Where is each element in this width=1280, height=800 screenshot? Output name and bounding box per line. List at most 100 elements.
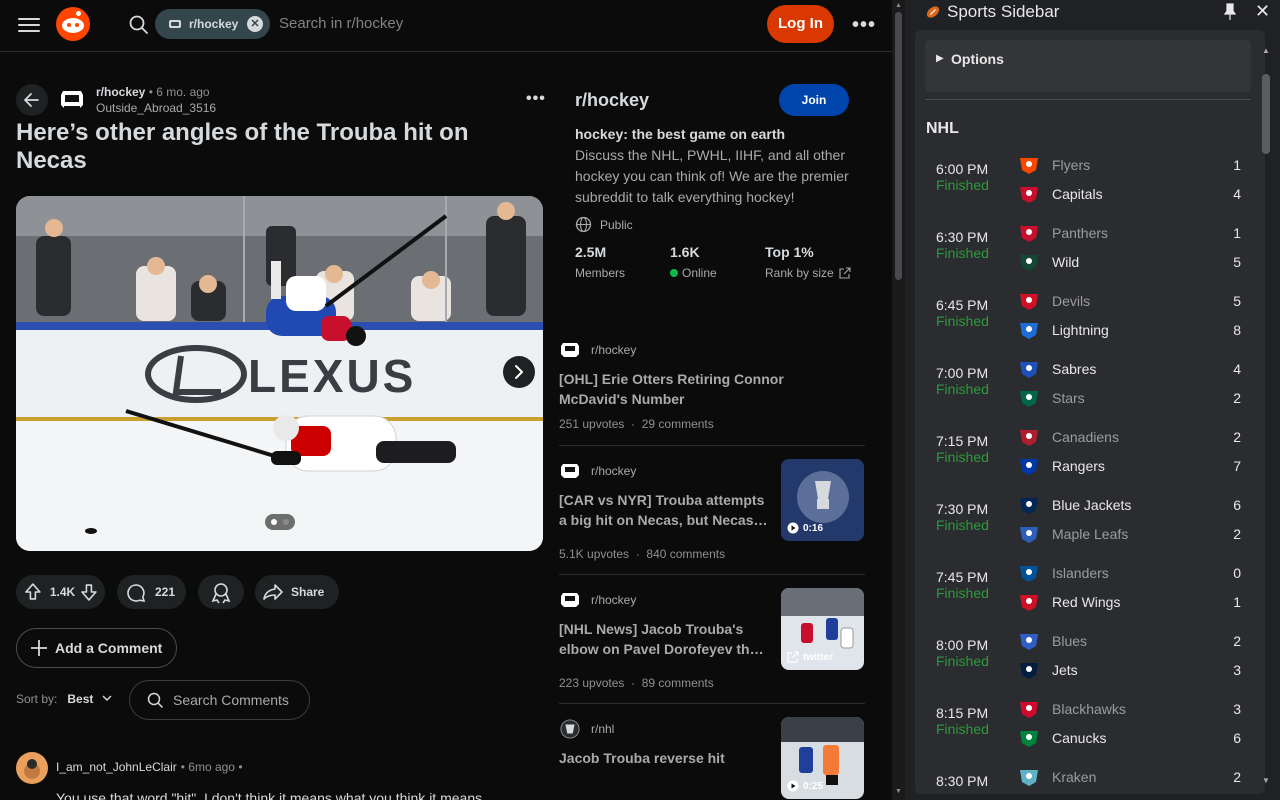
- post-media-carousel[interactable]: LEXUS: [16, 196, 543, 551]
- game-status: Finished: [936, 177, 989, 193]
- globe-icon: [575, 216, 592, 233]
- game-status: Finished: [936, 517, 989, 533]
- post-overflow-menu[interactable]: •••: [526, 90, 546, 108]
- game-row[interactable]: 7:00 PM Finished Sabres 4 Stars 2: [925, 357, 1245, 419]
- scores-panel: ▶ Options NHL 6:00 PM Finished Flyers 1 Capi…: [915, 30, 1265, 794]
- external-link-icon: [839, 267, 851, 279]
- community-name[interactable]: r/hockey: [575, 90, 649, 111]
- search-input[interactable]: Search in r/hockey: [279, 15, 403, 32]
- search-icon[interactable]: [128, 14, 150, 36]
- sort-control[interactable]: Sort by: Best: [16, 692, 114, 706]
- related-post-stats: 5.1K upvotes · 840 comments: [559, 547, 726, 561]
- play-icon: [787, 780, 799, 792]
- game-row[interactable]: 6:45 PM Finished Devils 5 Lightning 8: [925, 289, 1245, 351]
- team-score: 6: [1233, 730, 1241, 746]
- post-subreddit-link[interactable]: r/hockey: [96, 85, 145, 99]
- team-score: 8: [1233, 322, 1241, 338]
- close-sidebar-icon[interactable]: ✕: [1255, 1, 1270, 22]
- team-score: 4: [1233, 186, 1241, 202]
- related-post-stats: 223 upvotes · 89 comments: [559, 676, 714, 690]
- game-row[interactable]: 7:45 PM Finished Islanders 0 Red Wings 1: [925, 561, 1245, 623]
- hockey-hit-photo: LEXUS: [16, 196, 543, 551]
- comment-author-link[interactable]: I_am_not_JohnLeClair: [56, 760, 177, 774]
- external-link-icon: [787, 651, 799, 663]
- downvote-icon[interactable]: [75, 575, 105, 609]
- link-source-badge: twitter: [787, 651, 833, 663]
- related-post-title[interactable]: [CAR vs NYR] Trouba attempts a big hit o…: [559, 490, 771, 530]
- post-author-link[interactable]: Outside_Abroad_3516: [96, 100, 216, 116]
- related-post-subreddit[interactable]: r/hockey: [559, 461, 636, 481]
- related-post-title[interactable]: Jacob Trouba reverse hit: [559, 748, 771, 768]
- team-logo-icon: [1020, 566, 1038, 582]
- share-button[interactable]: Share: [255, 575, 339, 609]
- team-name: Canucks: [1052, 730, 1107, 746]
- game-row[interactable]: 6:30 PM Finished Panthers 1 Wild 5: [925, 221, 1245, 283]
- subreddit-avatar[interactable]: [58, 87, 86, 113]
- main-scrollbar[interactable]: ▲ ▼: [892, 0, 905, 800]
- vote-pill: 1.4K: [16, 575, 105, 609]
- related-post[interactable]: r/hockey [OHL] Erie Otters Retiring Conn…: [559, 340, 865, 446]
- related-post-subreddit[interactable]: r/hockey: [559, 340, 636, 360]
- more-options-icon[interactable]: •••: [852, 14, 876, 37]
- comments-button[interactable]: 221: [117, 575, 186, 609]
- team-score: 2: [1233, 633, 1241, 649]
- related-post-subreddit[interactable]: r/nhl: [559, 719, 614, 739]
- chevron-right-icon: [515, 365, 523, 379]
- team-logo-icon: [1020, 731, 1038, 747]
- team-name: Stars: [1052, 390, 1085, 406]
- reddit-logo[interactable]: [56, 7, 90, 41]
- game-row[interactable]: 8:00 PM Finished Blues 2 Jets 3: [925, 629, 1245, 691]
- team-row: Rangers 7: [1017, 454, 1251, 478]
- related-post-thumbnail[interactable]: twitter: [781, 588, 864, 670]
- team-logo-icon: [1020, 187, 1038, 203]
- related-post[interactable]: r/hockey [CAR vs NYR] Trouba attempts a …: [559, 459, 865, 575]
- carousel-next-button[interactable]: [503, 356, 535, 388]
- upvote-icon[interactable]: [16, 575, 50, 609]
- related-post[interactable]: r/hockey [NHL News] Jacob Trouba's elbow…: [559, 588, 865, 704]
- related-post-subreddit[interactable]: r/hockey: [559, 590, 636, 610]
- game-row[interactable]: 8:15 PM Finished Blackhawks 3 Canucks 6: [925, 697, 1245, 759]
- online-stat: 1.6K Online: [670, 244, 717, 280]
- post-title: Here’s other angles of the Trouba hit on…: [16, 119, 469, 174]
- login-button[interactable]: Log In: [767, 5, 834, 43]
- search-icon: [147, 692, 164, 709]
- video-duration-badge: 0:25: [787, 780, 823, 792]
- team-name: Kraken: [1052, 769, 1097, 785]
- commenter-avatar[interactable]: [16, 752, 48, 784]
- post-age: • 6 mo. ago: [148, 85, 210, 99]
- team-row: Flyers 1: [1017, 153, 1251, 177]
- game-status: Finished: [936, 381, 989, 397]
- back-button[interactable]: [16, 84, 48, 116]
- subreddit-avatar: [561, 593, 579, 607]
- award-button[interactable]: [198, 575, 244, 609]
- game-time: 8:30 PM: [936, 773, 989, 789]
- options-disclosure[interactable]: ▶ Options: [925, 40, 1251, 92]
- join-button[interactable]: Join: [779, 84, 849, 116]
- related-post-title[interactable]: [OHL] Erie Otters Retiring Connor McDavi…: [559, 369, 799, 409]
- game-time: 6:00 PM: [936, 161, 989, 177]
- menu-icon[interactable]: [18, 14, 40, 36]
- related-post[interactable]: r/nhl Jacob Trouba reverse hit 0:25: [559, 717, 865, 800]
- related-post-thumbnail[interactable]: 0:16: [781, 459, 864, 541]
- pin-icon[interactable]: [1223, 3, 1237, 21]
- game-row[interactable]: 6:00 PM Finished Flyers 1 Capitals 4: [925, 153, 1245, 215]
- sort-value[interactable]: Best: [67, 692, 93, 706]
- team-row: Stars 2: [1017, 386, 1251, 410]
- search-comments-input[interactable]: Search Comments: [129, 680, 310, 720]
- search-scope-chip[interactable]: r/hockey ✕: [155, 9, 270, 39]
- rank-stat[interactable]: Top 1% Rank by size: [765, 244, 852, 280]
- related-post-thumbnail[interactable]: 0:25: [781, 717, 864, 799]
- team-name: Lightning: [1052, 322, 1109, 338]
- team-score: 2: [1233, 769, 1241, 785]
- game-row[interactable]: 7:30 PM Finished Blue Jackets 6 Maple Leafs 2: [925, 493, 1245, 555]
- rank-label: Rank by size: [765, 266, 834, 280]
- team-row: Sabres 4: [1017, 357, 1251, 381]
- sidebar-scrollbar[interactable]: ▲ ▼: [1260, 46, 1272, 796]
- add-comment-button[interactable]: Add a Comment: [16, 628, 177, 668]
- related-post-title[interactable]: [NHL News] Jacob Trouba's elbow on Pavel…: [559, 619, 771, 659]
- game-row[interactable]: 8:30 PM Kraken 2: [925, 765, 1245, 794]
- clear-chip-icon[interactable]: ✕: [247, 16, 263, 32]
- team-name: Red Wings: [1052, 594, 1121, 610]
- play-icon: [787, 522, 799, 534]
- game-row[interactable]: 7:15 PM Finished Canadiens 2 Rangers 7: [925, 425, 1245, 487]
